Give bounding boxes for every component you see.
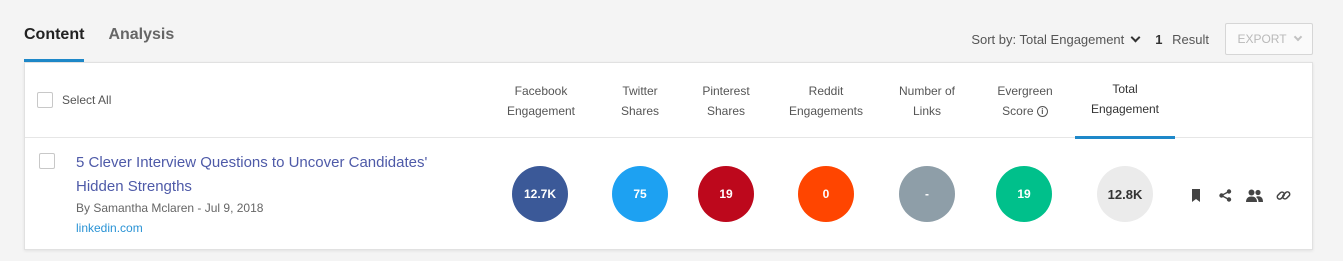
column-header-line: Evergreen — [997, 84, 1053, 98]
tab-bar: Content Analysis — [24, 24, 198, 62]
column-header-line: Total — [1112, 82, 1138, 96]
export-label: EXPORT — [1237, 32, 1287, 46]
column-header-twitter-shares[interactable]: Twitter Shares — [609, 81, 671, 121]
evergreen-score-value: 19 — [996, 166, 1052, 222]
column-header-line: Number of — [898, 84, 956, 98]
column-header-text: Score — [1002, 104, 1034, 118]
column-header-line: Engagement — [506, 104, 576, 118]
column-header-facebook-engagement[interactable]: Facebook Engagement — [499, 81, 583, 121]
select-all-label: Select All — [62, 93, 112, 107]
info-icon[interactable]: i — [1036, 106, 1048, 118]
article-byline: By Samantha Mclaren - Jul 9, 2018 — [76, 201, 264, 215]
result-controls: Sort by: Total Engagement 1 Result EXPOR… — [971, 23, 1313, 55]
result-count: 1 Result — [1155, 32, 1209, 47]
share-icon[interactable] — [1213, 186, 1237, 204]
users-icon[interactable] — [1242, 186, 1266, 204]
export-button[interactable]: EXPORT — [1225, 23, 1313, 55]
column-header-line: Links — [912, 104, 941, 118]
article-domain-link[interactable]: linkedin.com — [76, 221, 143, 235]
reddit-engagements-value: 0 — [798, 166, 854, 222]
row-checkbox[interactable] — [39, 153, 55, 169]
article-title-line: Hidden Strengths — [76, 178, 192, 195]
tab-content[interactable]: Content — [24, 24, 85, 62]
total-engagement-value: 12.8K — [1097, 166, 1153, 222]
twitter-shares-value: 75 — [612, 166, 668, 222]
column-header-line: Facebook — [514, 84, 568, 98]
number-of-links-value: - — [899, 166, 955, 222]
column-header-line: Reddit — [808, 84, 844, 98]
table-header: Select All Facebook Engagement Twitter S… — [25, 63, 1312, 139]
result-count-label: Result — [1172, 31, 1209, 47]
column-header-number-of-links[interactable]: Number of Links — [889, 81, 965, 121]
bookmark-icon[interactable] — [1184, 186, 1208, 204]
column-header-evergreen-score[interactable]: Evergreen Score i — [985, 81, 1065, 121]
row-actions — [1184, 186, 1300, 204]
column-header-line: Shares — [620, 104, 660, 118]
column-header-line: Engagement — [1090, 102, 1160, 116]
column-header-total-engagement[interactable]: Total Engagement — [1075, 79, 1175, 139]
column-header-pinterest-shares[interactable]: Pinterest Shares — [692, 81, 760, 121]
results-table: Select All Facebook Engagement Twitter S… — [24, 62, 1313, 250]
column-header-line: Shares — [706, 104, 746, 118]
column-header-line: Twitter — [622, 84, 658, 98]
column-header-line: Engagements — [788, 104, 864, 118]
select-all-checkbox[interactable] — [37, 92, 53, 108]
sort-label: Sort by: Total Engagement — [971, 31, 1125, 47]
column-header-reddit-engagements[interactable]: Reddit Engagements — [781, 81, 871, 121]
article-title-line: 5 Clever Interview Questions to Uncover … — [76, 154, 428, 171]
column-header-line: Score i — [985, 101, 1065, 121]
tab-analysis[interactable]: Analysis — [108, 24, 174, 62]
facebook-engagement-value: 12.7K — [512, 166, 568, 222]
result-count-value: 1 — [1155, 31, 1163, 47]
sort-dropdown[interactable]: Sort by: Total Engagement — [971, 31, 1141, 47]
link-icon[interactable] — [1271, 186, 1295, 204]
chevron-down-icon — [1293, 32, 1302, 42]
column-header-line: Pinterest — [702, 84, 750, 98]
article-title[interactable]: 5 Clever Interview Questions to Uncover … — [76, 151, 496, 199]
pinterest-shares-value: 19 — [698, 166, 754, 222]
chevron-down-icon — [1130, 32, 1141, 42]
